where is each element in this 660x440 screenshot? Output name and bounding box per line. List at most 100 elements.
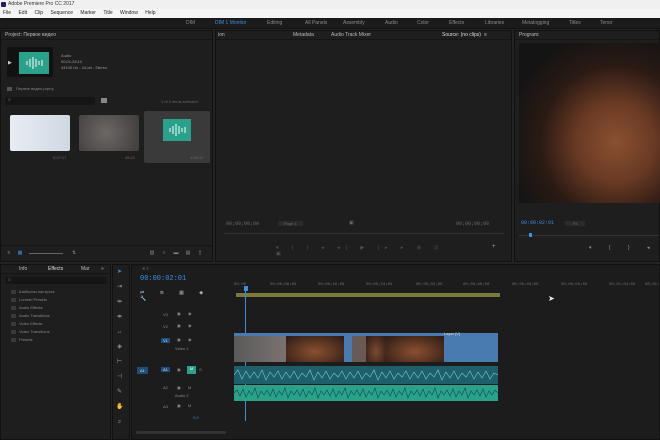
track-toggle-icon[interactable]: ▣ xyxy=(177,337,181,342)
timeline-toolbar[interactable]: ⇄ ⋒ ▦ ◆ 🔧 xyxy=(140,290,220,302)
eye-icon[interactable]: ◉ xyxy=(188,311,192,316)
clip-thumbnail[interactable] xyxy=(79,115,139,151)
project-tab[interactable]: Project: Первое видео xyxy=(1,31,212,40)
track-toggle-icon[interactable]: ▣ xyxy=(177,367,181,372)
track-select-tool-icon[interactable]: ⇥ xyxy=(116,284,123,291)
icon-view-icon[interactable]: ▦ xyxy=(17,250,23,256)
tab-ion[interactable]: ion xyxy=(218,31,225,40)
audio-clip-a2[interactable] xyxy=(233,385,499,401)
video-clip[interactable] xyxy=(286,336,344,362)
workspace-tab[interactable]: Audio xyxy=(385,18,398,29)
tab-audio-track-mixer[interactable]: Audio Track Mixer xyxy=(331,31,371,40)
menu-marker[interactable]: Marker xyxy=(80,10,96,16)
mute-icon[interactable]: M xyxy=(188,403,191,408)
source-scrub-bar[interactable] xyxy=(224,233,504,234)
program-tab[interactable]: Program: xyxy=(515,31,659,40)
timeline-timecode[interactable]: 00:00:02:01 xyxy=(140,275,186,283)
workspace-tab[interactable]: Libraries xyxy=(485,18,504,29)
workspace-tab[interactable]: Color xyxy=(417,18,429,29)
tab-metadata[interactable]: Metadata xyxy=(293,31,314,40)
track-toggle-icon[interactable]: ▣ xyxy=(177,385,181,390)
tab-source[interactable]: Source: (no clips) xyxy=(442,31,481,40)
rolling-edit-tool-icon[interactable]: ⇼ xyxy=(116,314,123,321)
workspace-tab-active[interactable]: DIM 1 Monitor xyxy=(215,18,246,29)
clip-thumbnail-selected[interactable]: 1:28:10 xyxy=(144,111,210,163)
program-timecode[interactable]: 00:00:02:01 xyxy=(521,220,554,226)
playhead-marker[interactable] xyxy=(529,233,532,237)
menu-title[interactable]: Title xyxy=(103,10,112,16)
video-clip[interactable] xyxy=(386,336,444,362)
effects-folder[interactable]: Audio Transitions xyxy=(11,313,50,318)
menu-clip[interactable]: Clip xyxy=(34,10,43,16)
project-search-input[interactable]: ⌕ xyxy=(5,97,95,105)
workspace-tab[interactable]: Editing xyxy=(267,18,282,29)
menu-window[interactable]: Window xyxy=(120,10,138,16)
timeline-zoom-scrollbar[interactable] xyxy=(136,431,226,434)
play-icon[interactable]: ▶ xyxy=(8,60,12,66)
audio-clip-a1[interactable] xyxy=(233,366,499,384)
tab-info[interactable]: Info xyxy=(19,265,27,274)
new-bin-icon[interactable]: ▬ xyxy=(173,250,179,256)
eye-icon[interactable]: ◉ xyxy=(188,337,192,342)
workspace-tab[interactable]: Metalogging xyxy=(522,18,549,29)
track-toggle-icon[interactable]: ▣ xyxy=(177,403,181,408)
new-bin-icon[interactable] xyxy=(101,98,107,103)
slide-tool-icon[interactable]: ⊣ xyxy=(116,374,123,381)
zoom-tool-icon[interactable]: ⌕ xyxy=(116,419,123,426)
effects-folder[interactable]: Presets xyxy=(11,337,33,342)
new-item-icon[interactable]: ▤ xyxy=(185,250,191,256)
clip-thumbnail[interactable] xyxy=(10,115,70,151)
video-clip[interactable] xyxy=(234,336,286,362)
page-select[interactable]: Page 1 xyxy=(278,221,303,226)
pen-tool-icon[interactable]: ✎ xyxy=(116,389,123,396)
effects-folder[interactable]: Video Transitions xyxy=(11,329,50,334)
razor-tool-icon[interactable]: ◈ xyxy=(116,344,123,351)
workspace-tab[interactable]: Assembly xyxy=(343,18,365,29)
rate-stretch-tool-icon[interactable]: ↔ xyxy=(116,329,123,336)
source-transport-controls[interactable]: ▾ | | ◂ ◂| ▶ |▸ ▸ ⊞ ⊡ ▣ xyxy=(276,245,456,257)
effects-folder[interactable]: Video Effects xyxy=(11,321,42,326)
sort-icon[interactable]: ⇅ xyxy=(71,250,77,256)
eye-icon[interactable]: ◉ xyxy=(188,323,192,328)
video-clip[interactable] xyxy=(366,336,386,362)
mute-icon[interactable]: M xyxy=(188,385,191,390)
video-clip[interactable] xyxy=(344,336,352,362)
master-volume[interactable]: 0.0 xyxy=(193,415,199,420)
effects-folder[interactable]: Lumetri Presets xyxy=(11,297,47,302)
menu-edit[interactable]: Edit xyxy=(18,10,27,16)
zoom-slider[interactable] xyxy=(29,253,63,254)
source-timecode-out[interactable]: 00;00;00;00 xyxy=(456,221,489,227)
workspace-tab[interactable]: Tenor xyxy=(600,18,613,29)
solo-icon[interactable]: S xyxy=(199,367,202,372)
program-scrub-bar[interactable] xyxy=(519,235,659,236)
selection-tool-icon[interactable]: ➤ xyxy=(116,269,123,276)
settings-icon[interactable]: ▣ xyxy=(349,220,354,226)
delete-icon[interactable]: ▯ xyxy=(197,250,203,256)
work-area-bar[interactable] xyxy=(236,293,500,297)
add-button-icon[interactable]: + xyxy=(492,244,496,250)
find-icon[interactable]: ⌕ xyxy=(161,250,167,256)
tab-markers[interactable]: Mar xyxy=(81,265,90,274)
track-toggle-icon[interactable]: ▣ xyxy=(177,323,181,328)
panel-menu-icon[interactable]: ≡ xyxy=(484,31,487,40)
effects-folder[interactable]: Audio Effects xyxy=(11,305,43,310)
workspace-tab[interactable]: Titles xyxy=(569,18,581,29)
program-transport-controls[interactable]: ▾ { } ◂ xyxy=(589,245,660,253)
workspace-tab[interactable]: DIM xyxy=(186,18,195,29)
menu-file[interactable]: File xyxy=(3,10,11,16)
hand-tool-icon[interactable]: ✋ xyxy=(116,404,123,411)
list-view-icon[interactable]: ≡ xyxy=(6,250,12,256)
zoom-select[interactable]: Fit xyxy=(565,221,586,226)
track-toggle-icon[interactable]: ▣ xyxy=(177,311,181,316)
source-timecode-in[interactable]: 00;00;00;00 xyxy=(226,221,259,227)
menu-sequence[interactable]: Sequence xyxy=(50,10,73,16)
tab-effects[interactable]: Effects xyxy=(48,265,63,274)
slip-tool-icon[interactable]: ⊢ xyxy=(116,359,123,366)
effects-search-input[interactable]: ⌕ xyxy=(5,277,107,284)
video-clip[interactable] xyxy=(444,336,498,362)
effects-folder[interactable]: Шаблоны настроек xyxy=(11,289,55,294)
more-panels-icon[interactable]: » xyxy=(101,265,104,274)
menu-help[interactable]: Help xyxy=(145,10,155,16)
workspace-tab[interactable]: All Panels xyxy=(305,18,327,29)
ripple-edit-tool-icon[interactable]: ⇹ xyxy=(116,299,123,306)
